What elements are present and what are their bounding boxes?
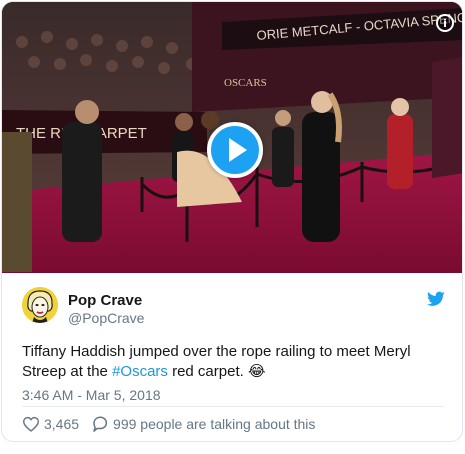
play-icon: [228, 138, 247, 162]
divider: [22, 406, 444, 407]
play-button[interactable]: [207, 122, 263, 178]
video-thumbnail[interactable]: ORIE METCALF - OCTAVIA SPENCER OSCARS TH…: [2, 2, 462, 273]
tweet-embed-card[interactable]: ORIE METCALF - OCTAVIA SPENCER OSCARS TH…: [1, 1, 463, 442]
author-handle[interactable]: @PopCrave: [68, 310, 144, 326]
speech-bubble-icon[interactable]: [91, 415, 109, 433]
info-icon[interactable]: i: [436, 14, 454, 32]
hashtag-link[interactable]: #Oscars: [112, 363, 168, 380]
oscars-sign-text: OSCARS: [224, 77, 267, 89]
tweet-text-part: red carpet.: [167, 363, 248, 380]
laughing-emoji: 😂: [247, 363, 266, 380]
like-count[interactable]: 3,465: [44, 416, 79, 432]
twitter-bird-icon[interactable]: [427, 291, 445, 307]
avatar-marilyn-portrait: [22, 287, 58, 323]
conversation-link[interactable]: 999 people are talking about this: [113, 416, 315, 432]
avatar[interactable]: [22, 287, 58, 323]
tweet-timestamp[interactable]: 3:46 AM - Mar 5, 2018: [22, 387, 161, 403]
tweet-actions: 3,465 999 people are talking about this: [22, 414, 315, 434]
heart-icon[interactable]: [22, 416, 40, 432]
author-display-name[interactable]: Pop Crave: [68, 292, 142, 309]
tweet-text: Tiffany Haddish jumped over the rope rai…: [22, 342, 447, 382]
